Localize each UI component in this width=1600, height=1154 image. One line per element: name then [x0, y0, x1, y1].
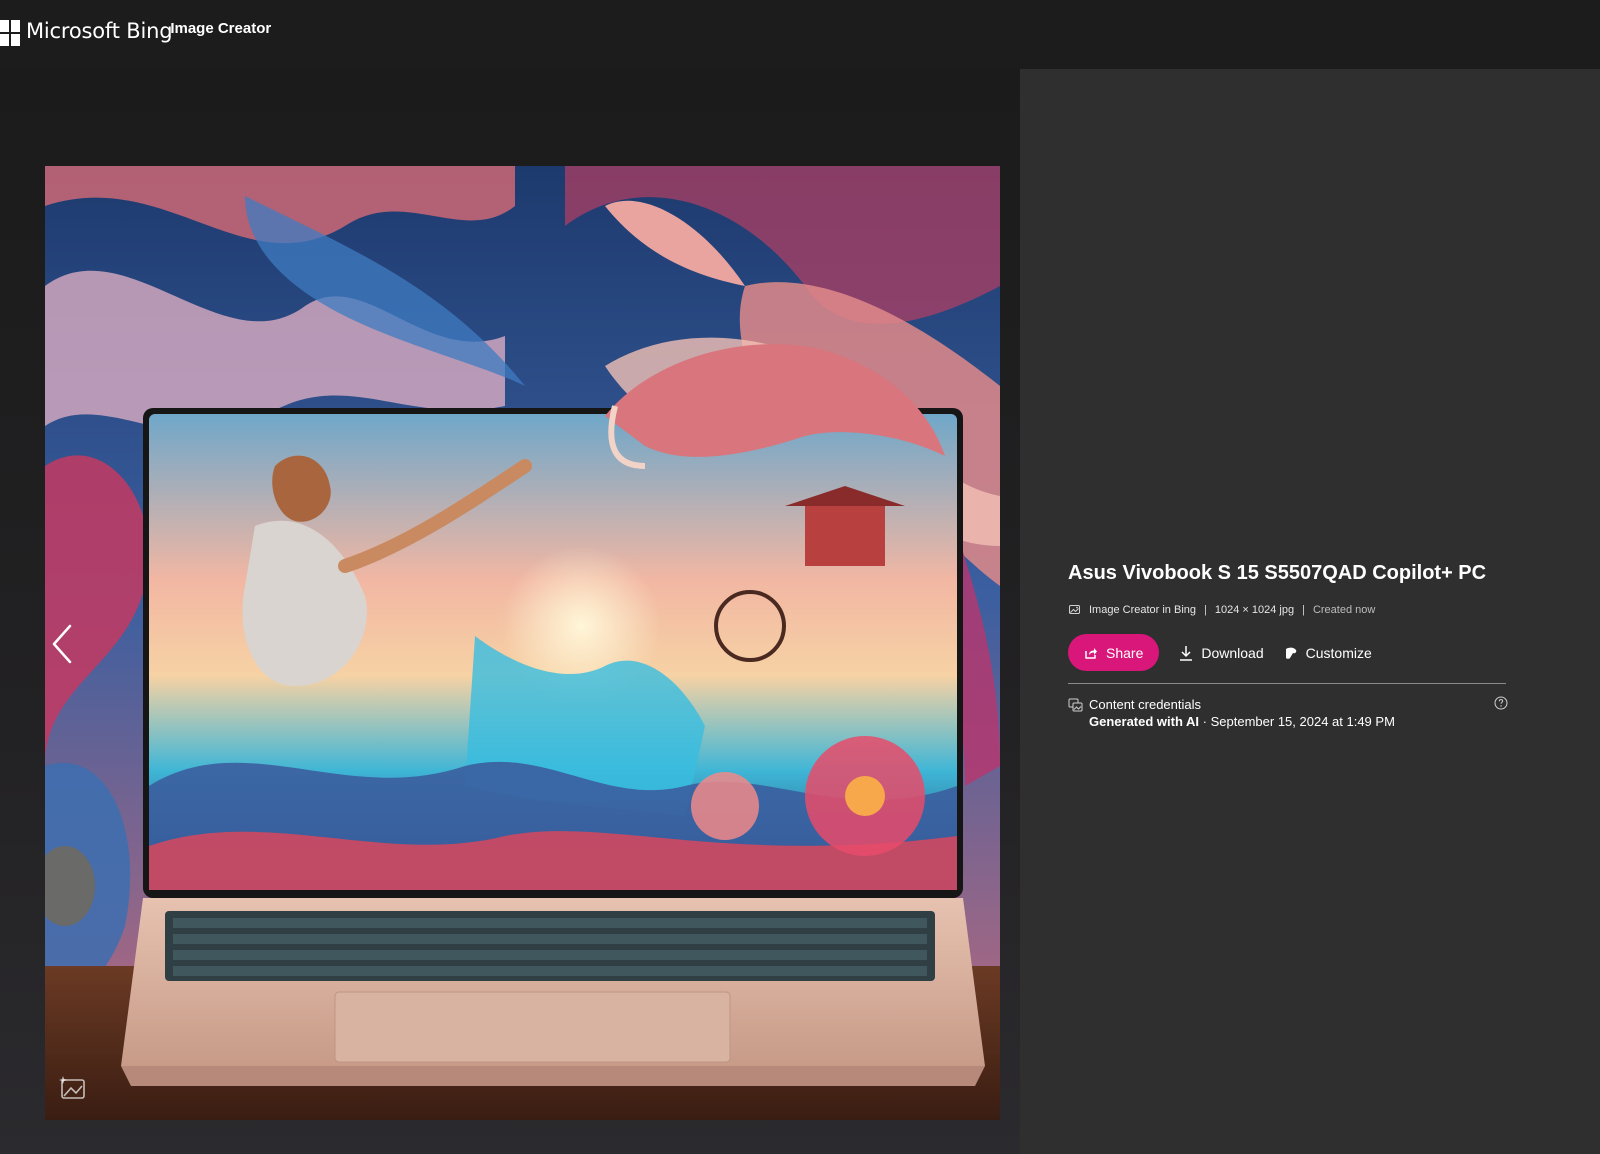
brand[interactable]: Microsoft Bing Image Creator	[0, 18, 271, 46]
generated-image[interactable]	[45, 166, 1000, 1120]
customize-icon	[1285, 647, 1296, 659]
divider	[1068, 683, 1506, 684]
content-credentials-icon	[1068, 698, 1083, 712]
customize-label: Customize	[1305, 644, 1372, 661]
customize-button[interactable]: Customize	[1284, 645, 1372, 661]
download-label: Download	[1201, 644, 1264, 661]
share-label: Share	[1106, 644, 1144, 661]
top-bar: Microsoft Bing Image Creator	[0, 0, 1600, 69]
image-details: Asus Vivobook S 15 S5507QAD Copilot+ PC …	[1068, 562, 1508, 730]
credentials-label: Content credentials	[1089, 697, 1202, 712]
content-credentials: Content credentials Generated with AI · …	[1068, 696, 1508, 730]
action-bar: Share Download Customize	[1068, 634, 1508, 671]
meta-source: Image Creator in Bing	[1089, 603, 1196, 616]
image-title: Asus Vivobook S 15 S5507QAD Copilot+ PC	[1068, 562, 1487, 584]
meta-separator: |	[1204, 603, 1207, 616]
download-icon	[1180, 645, 1193, 661]
share-button[interactable]: Share	[1068, 634, 1160, 671]
ai-image-watermark-icon	[56, 1072, 90, 1106]
help-icon[interactable]	[1494, 696, 1508, 710]
credentials-generated: Generated with AI	[1089, 714, 1200, 729]
product-name[interactable]: Image Creator	[170, 20, 271, 37]
meta-dimensions: 1024 × 1024 jpg	[1214, 603, 1295, 616]
credentials-date: · September 15, 2024 at 1:49 PM	[1202, 714, 1395, 729]
download-button[interactable]: Download	[1179, 644, 1264, 661]
chevron-left-icon[interactable]	[48, 620, 76, 668]
meta-created: Created now	[1312, 603, 1376, 616]
share-icon	[1085, 647, 1097, 659]
image-creator-icon	[1069, 605, 1080, 614]
image-meta: Image Creator in Bing | 1024 × 1024 jpg …	[1068, 603, 1508, 616]
brand-name[interactable]: Microsoft Bing	[26, 19, 173, 43]
microsoft-logo-icon	[0, 20, 20, 46]
meta-separator: |	[1302, 603, 1305, 616]
